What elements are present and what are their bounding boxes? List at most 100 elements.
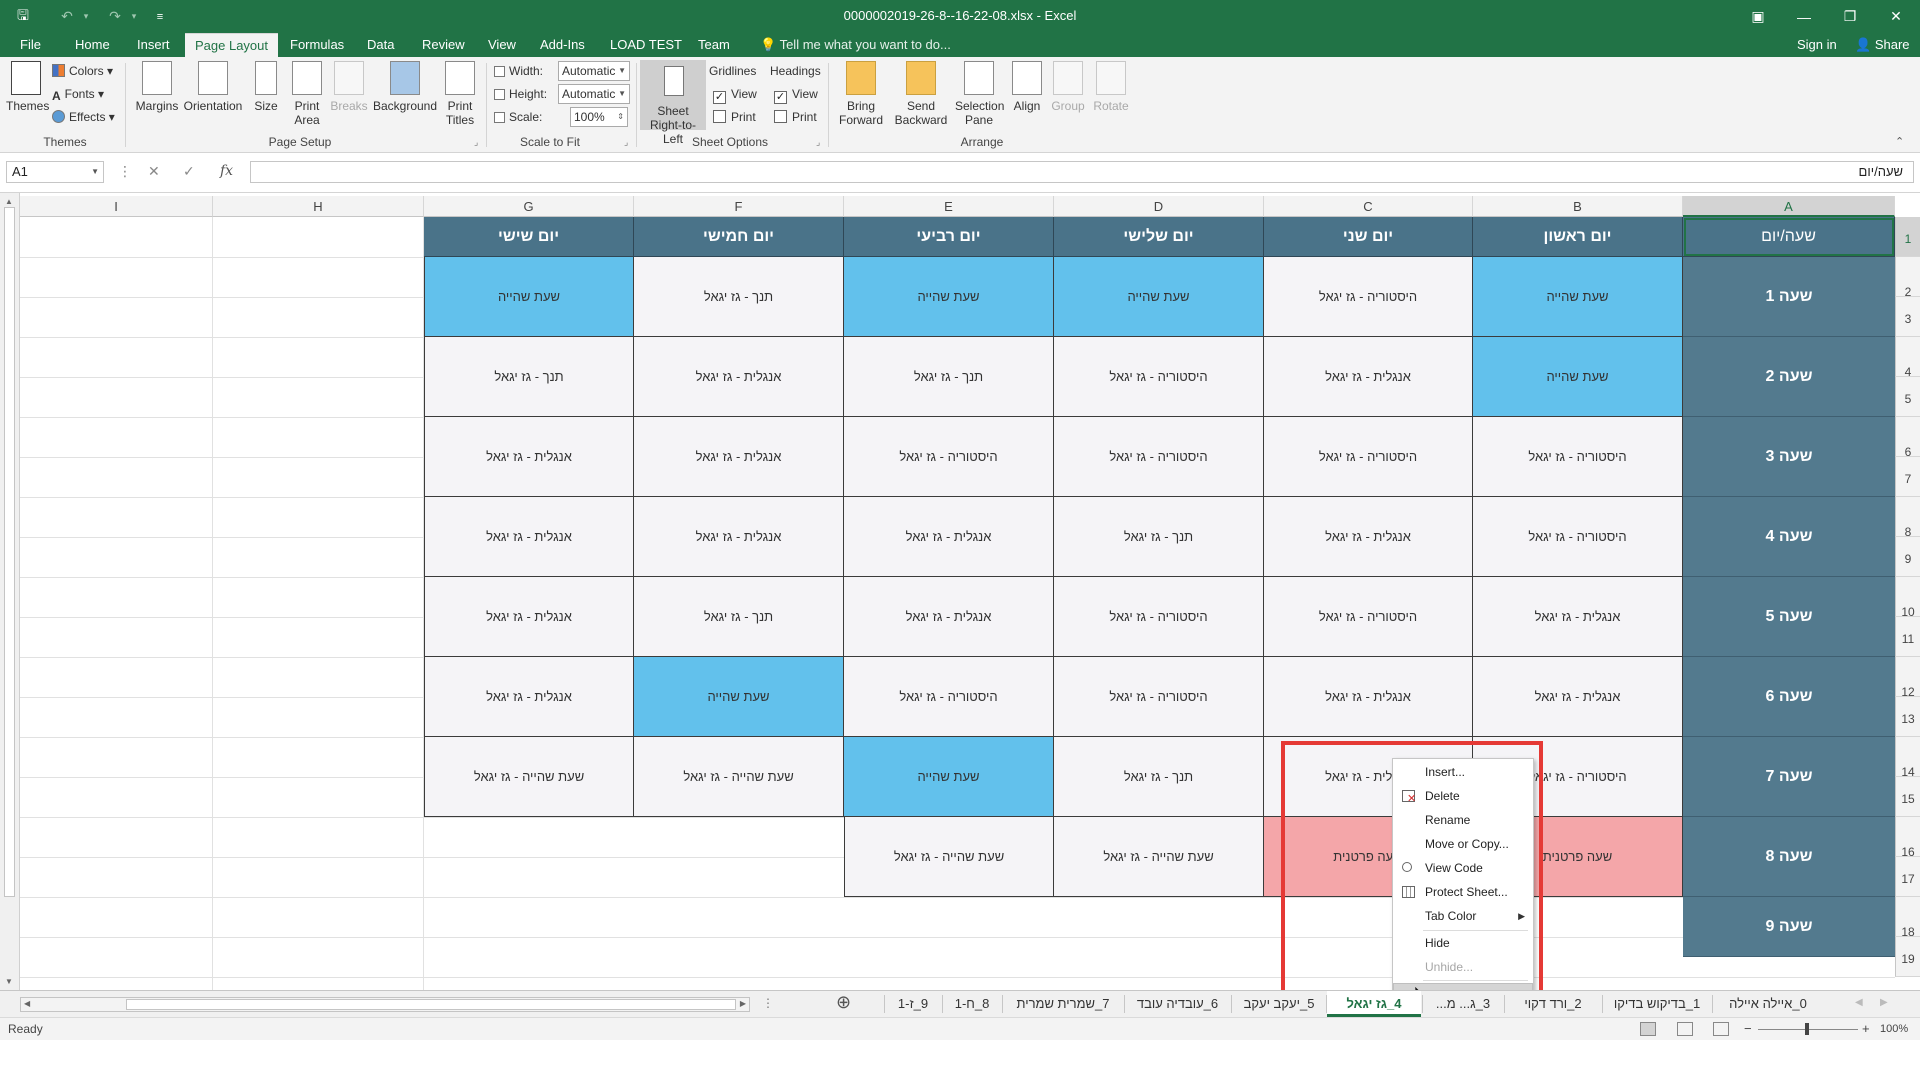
schedule-cell[interactable]: אנגלית - גז יגאל	[634, 497, 844, 577]
align-button[interactable]: Align	[1008, 61, 1046, 113]
header-cell-corner[interactable]: שעה/יום	[1683, 217, 1895, 257]
column-header[interactable]: B	[1473, 196, 1683, 217]
row-header[interactable]: 16	[1895, 817, 1920, 859]
sheet-tab[interactable]: 5_יעקב יעקב	[1232, 991, 1326, 1017]
print-area-button[interactable]: Print Area	[288, 61, 326, 127]
schedule-cell[interactable]: שעת שהייה	[424, 257, 634, 337]
schedule-cell[interactable]: שעת שהייה - גז יגאל	[424, 737, 634, 817]
gridlines-print-checkbox[interactable]: Print	[713, 107, 756, 127]
schedule-cell[interactable]: אנגלית - גז יגאל	[1473, 657, 1683, 737]
schedule-cell[interactable]: היסטוריה - גז יגאל	[1473, 417, 1683, 497]
row-header[interactable]: 9	[1895, 537, 1920, 577]
row-header[interactable]: 6	[1895, 417, 1920, 459]
sign-in-link[interactable]: Sign in	[1797, 33, 1837, 57]
scroll-up-icon[interactable]: ▲	[5, 197, 13, 206]
schedule-cell[interactable]: תנך - גז יגאל	[424, 337, 634, 417]
zoom-level[interactable]: 100%	[1880, 1023, 1908, 1035]
horizontal-scrollbar[interactable]: ◀ ▶	[20, 997, 750, 1012]
tab-file[interactable]: File	[10, 33, 51, 57]
zoom-in-button[interactable]: +	[1862, 1021, 1870, 1036]
schedule-cell[interactable]: שעת שהייה - גז יגאל	[1054, 817, 1264, 897]
tab-scroll-left-icon[interactable]: ◀	[1855, 997, 1863, 1008]
menu-item-tab-color[interactable]: Tab Color ▶	[1393, 905, 1533, 927]
schedule-cell[interactable]: אנגלית - גז יגאל	[424, 657, 634, 737]
schedule-cell[interactable]: אנגלית - גז יגאל	[844, 577, 1054, 657]
day-header-cell[interactable]: יום שישי	[424, 217, 634, 257]
day-header-cell[interactable]: יום רביעי	[844, 217, 1054, 257]
row-header[interactable]: 19	[1895, 937, 1920, 977]
page-break-preview-icon[interactable]	[1713, 1022, 1729, 1036]
schedule-cell[interactable]: אנגלית - גז יגאל	[1264, 337, 1473, 417]
gridlines-view-checkbox[interactable]: ✓ View	[713, 84, 757, 104]
rotate-button[interactable]: Rotate	[1090, 61, 1132, 113]
column-header[interactable]: F	[634, 196, 844, 217]
schedule-cell[interactable]: תנך - גז יגאל	[634, 257, 844, 337]
row-header[interactable]: 3	[1895, 297, 1920, 337]
tab-scroll-right-icon[interactable]: ▶	[1880, 997, 1888, 1008]
schedule-cell[interactable]: תנך - גז יגאל	[1054, 737, 1264, 817]
schedule-cell[interactable]: היסטוריה - גז יגאל	[844, 417, 1054, 497]
schedule-cell[interactable]: שעת שהייה	[1054, 257, 1264, 337]
bring-forward-button[interactable]: Bring Forward	[836, 61, 886, 127]
menu-item-hide[interactable]: Hide	[1393, 932, 1533, 954]
breaks-button[interactable]: Breaks	[330, 61, 368, 113]
schedule-cell[interactable]: אנגלית - גז יגאל	[1473, 577, 1683, 657]
schedule-cell[interactable]: היסטוריה - גז יגאל	[1264, 417, 1473, 497]
row-header[interactable]: 2	[1895, 257, 1920, 299]
row-header[interactable]: 5	[1895, 377, 1920, 417]
worksheet-grid[interactable]: ▲ ▼ A B C D E F G H I 1 2 3 4 5 6 7 8 9 10 11 12 13 14 15 16 17 18…	[0, 193, 1920, 990]
tab-home[interactable]: Home	[65, 33, 120, 57]
margins-button[interactable]: Margins	[133, 61, 181, 113]
sheet-tab[interactable]: 3_ג... מ...	[1423, 991, 1503, 1017]
column-header[interactable]: A	[1683, 196, 1895, 217]
schedule-cell[interactable]: תנך - גז יגאל	[844, 337, 1054, 417]
schedule-cell[interactable]: אנגלית - גז יגאל	[634, 417, 844, 497]
tab-insert[interactable]: Insert	[127, 33, 180, 57]
menu-item-view-code[interactable]: View Code	[1393, 857, 1533, 879]
hour-label-cell[interactable]: שעה 2	[1683, 337, 1895, 417]
tab-view[interactable]: View	[478, 33, 526, 57]
close-icon[interactable]: ✕	[1873, 0, 1919, 33]
sheet-tab[interactable]: 2_ורד דקוי	[1505, 991, 1601, 1017]
tab-split-handle-icon[interactable]: ⋮	[762, 996, 774, 1010]
tab-review[interactable]: Review	[412, 33, 475, 57]
sheet-tab[interactable]: 8_ח-1	[943, 991, 1001, 1017]
width-combo[interactable]: Automatic ▼	[558, 61, 630, 81]
sheet-options-launcher-icon[interactable]: ⌟	[816, 137, 820, 148]
column-header[interactable]: D	[1054, 196, 1264, 217]
height-combo[interactable]: Automatic ▼	[558, 84, 630, 104]
enter-icon[interactable]: ✓	[183, 163, 195, 180]
selection-pane-button[interactable]: Selection Pane	[955, 61, 1004, 127]
hour-label-cell[interactable]: שעה 4	[1683, 497, 1895, 577]
menu-item-protect-sheet[interactable]: Protect Sheet...	[1393, 881, 1533, 903]
tab-data[interactable]: Data	[357, 33, 404, 57]
fonts-button[interactable]: A Fonts ▾	[52, 84, 104, 104]
new-sheet-button[interactable]: ⊕	[836, 992, 851, 1013]
headings-view-checkbox[interactable]: ✓ View	[774, 84, 818, 104]
schedule-cell[interactable]: אנגלית - גז יגאל	[424, 577, 634, 657]
hour-label-cell[interactable]: שעה 7	[1683, 737, 1895, 817]
row-header[interactable]: 15	[1895, 777, 1920, 817]
sheet-tab[interactable]: 9_ז-1	[885, 991, 941, 1017]
day-header-cell[interactable]: יום חמישי	[634, 217, 844, 257]
tell-me-box[interactable]: 💡 Tell me what you want to do...	[760, 33, 951, 57]
tab-page-layout[interactable]: Page Layout	[185, 33, 279, 57]
page-setup-launcher-icon[interactable]: ⌟	[474, 137, 478, 148]
schedule-cell[interactable]: היסטוריה - גז יגאל	[1054, 577, 1264, 657]
menu-item-move-or-copy[interactable]: Move or Copy...	[1393, 833, 1533, 855]
share-button[interactable]: 👤 Share	[1855, 33, 1910, 57]
hour-label-cell[interactable]: שעה 5	[1683, 577, 1895, 657]
row-header[interactable]: 8	[1895, 497, 1920, 539]
schedule-cell[interactable]: היסטוריה - גז יגאל	[1054, 657, 1264, 737]
row-header[interactable]: 12	[1895, 657, 1920, 699]
menu-item-delete[interactable]: ✕ Delete	[1393, 785, 1533, 807]
send-backward-button[interactable]: Send Backward	[890, 61, 952, 127]
background-button[interactable]: Background	[372, 61, 438, 113]
schedule-cell[interactable]: שעת שהייה	[844, 737, 1054, 817]
day-header-cell[interactable]: יום ראשון	[1473, 217, 1683, 257]
sheet-tab[interactable]: 1_בדיקוש בדיקו	[1603, 991, 1711, 1017]
scroll-down-icon[interactable]: ▼	[5, 977, 13, 986]
insert-function-icon[interactable]: fx	[220, 163, 233, 179]
schedule-cell[interactable]: אנגלית - גז יגאל	[424, 497, 634, 577]
row-header[interactable]: 4	[1895, 337, 1920, 379]
